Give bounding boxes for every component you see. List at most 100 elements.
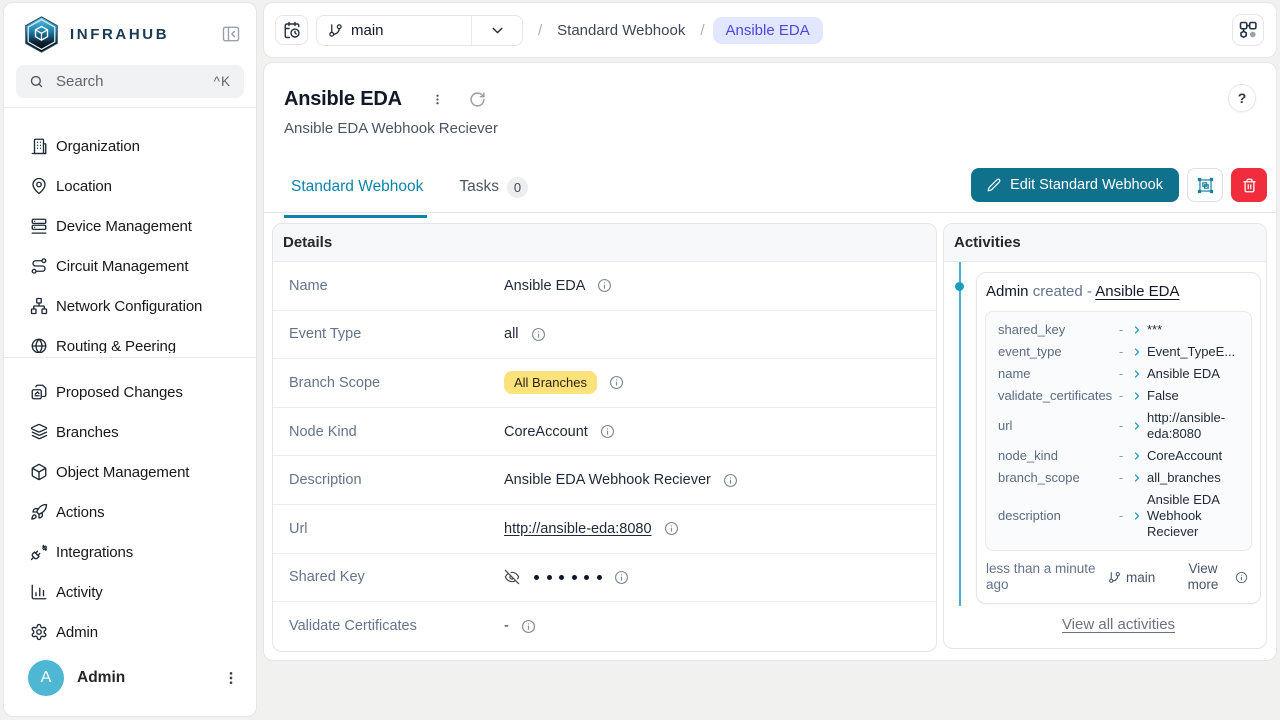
info-icon[interactable] [664,521,679,536]
detail-row-event-type: Event Type all [273,311,936,360]
map-pin-icon [30,177,48,195]
info-icon[interactable] [600,424,615,439]
info-icon[interactable] [614,570,629,585]
sidebar-item-network-configuration[interactable]: Network Configuration [4,286,256,326]
detail-value: Ansible EDA Webhook Reciever [504,472,711,488]
detail-label: Name [289,278,504,294]
git-branch-icon [1108,571,1121,584]
activities-body: Admin created - Ansible EDA shared_key -… [944,262,1266,648]
edit-button[interactable]: Edit Standard Webhook [971,168,1179,202]
property-old-value: - [1116,344,1126,360]
branch-selector[interactable]: main [316,15,523,46]
chevron-right-icon [1131,510,1143,522]
detail-label: Event Type [289,326,504,342]
sidebar-item-location[interactable]: Location [4,166,256,206]
detail-label: Branch Scope [289,375,504,391]
help-button[interactable]: ? [1228,84,1256,112]
sidebar-item-circuit-management[interactable]: Circuit Management [4,246,256,286]
detail-row-shared-key: Shared Key [273,554,936,603]
server-icon [30,217,48,235]
sidebar: INFRAHUB Search ^K Organization Location [3,2,257,717]
activity-separator: - [1087,283,1092,300]
property-old-value: - [1116,388,1126,404]
time-travel-button[interactable] [275,15,308,45]
info-icon[interactable] [597,278,612,293]
activity-branch-name: main [1126,570,1155,585]
activity-timestamp: less than a minute ago [986,561,1098,593]
sidebar-item-activity[interactable]: Activity [4,572,256,612]
info-icon[interactable] [723,473,738,488]
activity-object-link[interactable]: Ansible EDA [1095,283,1179,300]
content: Details Name Ansible EDA Event Type all … [272,223,1267,652]
search-shortcut: ^K [214,74,231,89]
sidebar-item-device-management[interactable]: Device Management [4,206,256,246]
globe-icon [30,337,48,353]
sidebar-collapse-icon[interactable] [221,24,241,44]
detail-row-name: Name Ansible EDA [273,262,936,311]
detail-label: Url [289,521,504,537]
sidebar-nav-objects: Organization Location Device Management … [4,126,256,353]
eye-off-icon[interactable] [504,569,520,585]
info-icon[interactable] [531,327,546,342]
user-menu[interactable]: A Admin [4,660,256,696]
url-link[interactable]: http://ansible-eda:8080 [504,521,652,537]
masked-password-value [534,575,602,580]
property-name: branch_scope [998,470,1110,486]
property-name: validate_certificates [998,388,1110,404]
chevron-right-icon [1131,368,1143,380]
detail-value: - [504,618,509,634]
title-kebab-icon[interactable] [431,91,444,108]
infrahub-logo-icon [24,16,59,53]
avatar: A [28,660,64,696]
delete-button[interactable] [1231,168,1267,202]
timeline-dot [955,282,964,291]
property-row-shared-key: shared_key - *** [998,319,1241,341]
user-kebab-icon[interactable] [223,669,239,687]
tab-tasks[interactable]: Tasks 0 [459,159,528,215]
tab-tasks-label: Tasks [459,178,499,196]
trash-icon [1242,178,1257,193]
property-name: name [998,366,1110,382]
sidebar-item-label: Circuit Management [56,258,188,275]
sidebar-item-branches[interactable]: Branches [4,412,256,452]
manage-groups-button[interactable] [1187,168,1223,202]
detail-value: Ansible EDA [504,278,585,294]
breadcrumb-parent[interactable]: Standard Webhook [557,22,685,39]
info-circle-icon[interactable] [1235,571,1248,584]
property-new-value: all_branches [1147,470,1241,486]
timeline-line [959,262,961,606]
detail-label: Description [289,472,504,488]
route-icon [30,257,48,275]
breadcrumb-current[interactable]: Ansible EDA [713,17,823,44]
detail-row-description: Description Ansible EDA Webhook Reciever [273,456,936,505]
refresh-icon[interactable] [469,91,486,108]
gear-icon [30,623,48,641]
sidebar-item-integrations[interactable]: Integrations [4,532,256,572]
search-input[interactable]: Search ^K [16,65,244,98]
sidebar-item-admin[interactable]: Admin [4,612,256,652]
user-name: Admin [77,669,125,687]
sidebar-item-routing-peering[interactable]: Routing & Peering [4,326,256,353]
view-all-activities-link[interactable]: View all activities [976,616,1261,633]
property-new-value: Event_TypeE... [1147,344,1241,360]
sidebar-item-object-management[interactable]: Object Management [4,452,256,492]
page-header: Ansible EDA Ansible EDA Webhook Reciever… [264,63,1276,136]
file-diff-icon [30,383,48,401]
info-icon[interactable] [521,619,536,634]
info-icon[interactable] [609,375,624,390]
sidebar-item-proposed-changes[interactable]: Proposed Changes [4,372,256,412]
property-new-value: CoreAccount [1147,448,1241,464]
property-new-value: False [1147,388,1241,404]
tab-standard-webhook[interactable]: Standard Webhook [291,159,423,215]
sidebar-item-label: Network Configuration [56,298,202,315]
view-more-link[interactable]: View more [1179,561,1227,593]
search-placeholder: Search [56,73,104,90]
property-old-value: - [1116,366,1126,382]
sidebar-item-actions[interactable]: Actions [4,492,256,532]
sidebar-item-organization[interactable]: Organization [4,126,256,166]
branch-selector-value: main [317,22,471,39]
property-old-value: - [1116,448,1126,464]
sidebar-nav-app: Proposed Changes Branches Object Managem… [4,372,256,652]
property-row-name: name - Ansible EDA [998,363,1241,385]
task-status-button[interactable] [1232,14,1264,46]
